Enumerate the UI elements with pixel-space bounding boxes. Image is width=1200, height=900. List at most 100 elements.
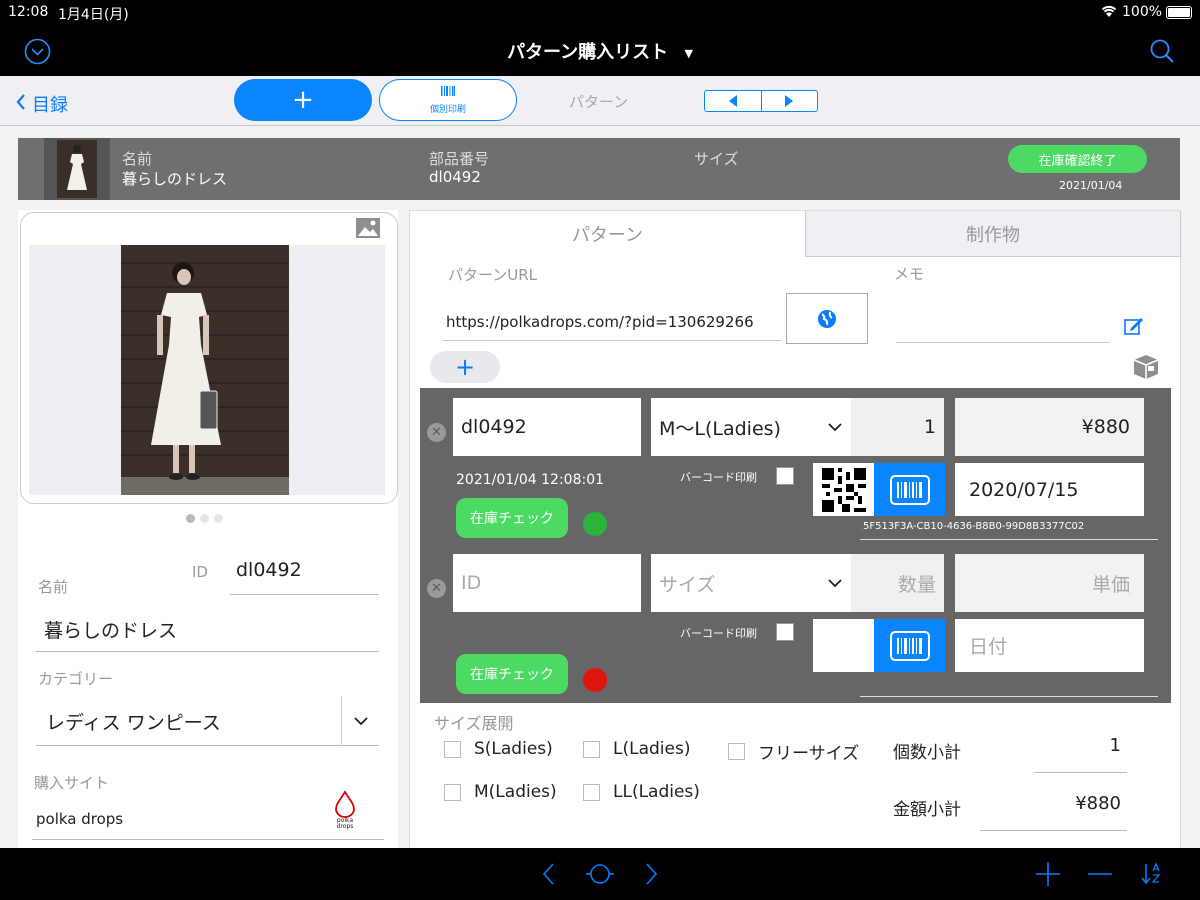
stock-check-label: 在庫チェック [470,667,554,683]
plus-icon[interactable] [1035,861,1061,891]
row-price-field[interactable]: 単価 [955,554,1144,612]
size-option-m[interactable]: M(Ladies) [444,782,557,802]
barcode-button[interactable] [874,619,945,672]
pattern-url-field[interactable]: https://polkadrops.com/?pid=130629266 [442,301,782,341]
stock-check-button[interactable]: 在庫チェック [456,498,568,538]
qr-code-button[interactable] [813,619,875,672]
row-size-value: M〜L(Ladies) [659,417,781,440]
circle-icon[interactable] [586,862,614,890]
status-time: 12:08 [8,4,49,20]
nav-title-text: パターン購入リスト [507,42,669,63]
search-icon[interactable] [1148,37,1176,69]
name-label: 名前 [38,578,69,596]
size-option-free[interactable]: フリーサイズ [728,739,859,764]
size-checkbox[interactable] [444,783,461,801]
battery-icon [1166,6,1192,19]
next-record-button[interactable] [762,91,818,111]
memo-field[interactable] [896,295,1110,343]
size-option-label: LL(Ladies) [613,782,700,802]
pattern-panel: パターン 制作物 パターンURL https://polkadrops.com/… [409,210,1181,850]
amount-subtotal-value: ¥880 [1075,793,1121,814]
photo-card[interactable] [20,212,398,504]
add-row-button[interactable]: + [430,351,500,383]
barcode-print-checkbox[interactable] [776,467,794,485]
size-option-label: M(Ladies) [474,782,557,802]
size-option-ll[interactable]: LL(Ladies) [583,782,700,802]
page-dots [186,514,223,523]
size-option-l[interactable]: L(Ladies) [583,739,690,759]
barcode-icon [889,474,930,505]
row-qty-field[interactable]: 1 [851,398,944,456]
category-select[interactable]: レディス ワンピース [36,696,379,746]
row-id-value: dl0492 [461,416,527,438]
chevron-right-icon[interactable] [645,862,659,890]
count-subtotal-label: 個数小計 [893,743,961,763]
delete-row-icon[interactable]: ✕ [427,423,446,442]
open-url-button[interactable] [786,293,868,344]
pattern-label: パターン [569,93,629,111]
row-price-value: ¥880 [1081,416,1130,438]
triangle-left-icon [728,95,737,107]
dress-photo [121,245,289,495]
previous-record-button[interactable] [705,91,762,111]
size-checkbox[interactable] [583,740,600,758]
row-size-placeholder: サイズ [659,573,716,596]
page-dot-active [186,514,195,523]
name-field[interactable]: 暮らしのドレス [36,608,379,652]
size-option-s[interactable]: S(Ladies) [444,739,553,759]
id-field[interactable]: dl0492 [230,555,379,595]
back-button[interactable]: 目録 [16,91,68,117]
page-dot [200,514,209,523]
box-icon[interactable] [1132,353,1160,385]
stock-confirmed-button[interactable]: 在庫確認終了 [1008,145,1147,173]
size-checkbox[interactable] [444,740,461,758]
delete-row-icon[interactable]: ✕ [427,579,446,598]
page-dot [214,514,223,523]
wifi-icon [1100,3,1118,23]
battery-percent: 100% [1122,4,1163,20]
size-checkbox[interactable] [728,743,745,760]
nav-title[interactable]: パターン購入リスト ▼ [0,38,1200,64]
individual-print-button[interactable]: 個別印刷 [379,79,517,121]
add-row-label: + [454,353,476,381]
add-label: + [292,85,314,115]
row-id-field[interactable]: ID [453,554,641,612]
row-date-field[interactable]: 日付 [955,619,1144,672]
polka-drops-logo: polka drops [330,790,360,834]
add-record-button[interactable]: + [234,79,372,121]
row-size-select[interactable]: サイズ [651,554,851,612]
category-label: カテゴリー [38,670,114,688]
row-price-field[interactable]: ¥880 [955,398,1144,456]
tab-product[interactable]: 制作物 [805,211,1181,257]
record-stepper [704,90,818,112]
header-thumbnail[interactable] [44,138,110,200]
row-date-field[interactable]: 2020/07/15 [955,463,1144,516]
barcode-print-checkbox[interactable] [776,623,794,641]
pattern-rows: ✕ dl0492 M〜L(Ladies) 1 ¥880 2021/01/04 1… [420,388,1171,703]
image-picker-icon[interactable] [355,217,381,243]
chevron-left-icon[interactable] [541,862,555,890]
tab-product-label: 制作物 [966,224,1020,246]
tab-pattern[interactable]: パターン [410,211,805,257]
size-checkbox[interactable] [583,783,600,801]
row-qty-field[interactable]: 数量 [851,554,944,612]
row-size-select[interactable]: M〜L(Ladies) [651,398,851,456]
minus-icon[interactable] [1087,861,1113,891]
category-value: レディス ワンピース [46,712,221,734]
chevron-down-icon [341,696,379,746]
stock-check-button[interactable]: 在庫チェック [456,654,568,694]
edit-icon[interactable] [1124,317,1144,339]
header-part-label: 部品番号 [429,150,490,168]
barcode-button[interactable] [874,463,945,516]
row-id-field[interactable]: dl0492 [453,398,641,456]
chevron-left-icon [16,93,26,115]
print-label: 個別印刷 [429,104,466,115]
sort-icon[interactable] [1140,860,1162,890]
chevron-down-icon [828,579,842,588]
back-label: 目録 [32,95,68,116]
dress-photo-thumbnail [57,140,97,198]
count-subtotal-field: 1 [1034,729,1127,773]
qr-code-button[interactable] [813,463,875,516]
pattern-url-label: パターンURL [448,266,538,284]
row-id-placeholder: ID [461,572,482,594]
